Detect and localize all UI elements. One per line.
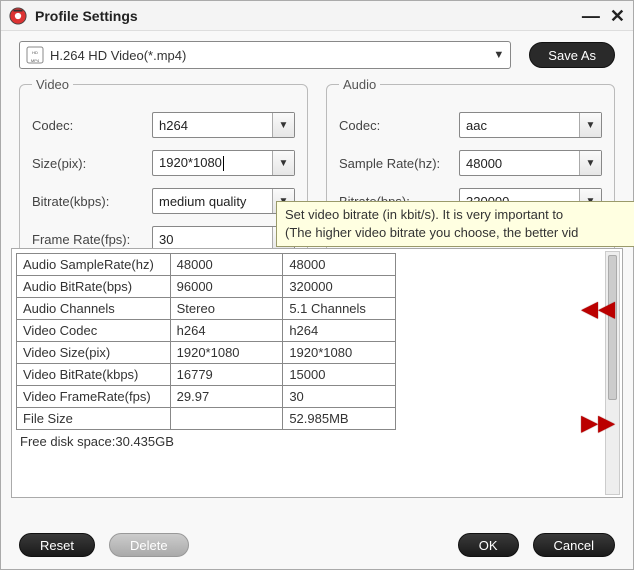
- audio-samplerate-select[interactable]: 48000 ▼: [459, 150, 602, 176]
- save-as-button[interactable]: Save As: [529, 42, 615, 68]
- table-cell-value: 5.1 Channels: [283, 298, 396, 320]
- profile-select-value: H.264 HD Video(*.mp4): [50, 48, 493, 63]
- table-cell-value: 96000: [170, 276, 283, 298]
- close-button[interactable]: ✕: [610, 7, 625, 25]
- audio-samplerate-label: Sample Rate(hz):: [339, 156, 459, 171]
- cancel-button[interactable]: Cancel: [533, 533, 615, 557]
- table-row: Video BitRate(kbps)1677915000: [17, 364, 396, 386]
- table-row: Video FrameRate(fps)29.9730: [17, 386, 396, 408]
- bitrate-tooltip: Set video bitrate (in kbit/s). It is ver…: [276, 201, 634, 247]
- table-cell-value: 320000: [283, 276, 396, 298]
- table-cell-value: Stereo: [170, 298, 283, 320]
- table-cell-value: h264: [170, 320, 283, 342]
- table-row: Audio BitRate(bps)96000320000: [17, 276, 396, 298]
- chevron-down-icon: ▼: [579, 151, 601, 175]
- table-cell-value: 1920*1080: [170, 342, 283, 364]
- table-row: Audio SampleRate(hz)4800048000: [17, 254, 396, 276]
- table-cell-label: Video Codec: [17, 320, 171, 342]
- table-cell-label: Video Size(pix): [17, 342, 171, 364]
- table-cell-label: Audio SampleRate(hz): [17, 254, 171, 276]
- delete-button[interactable]: Delete: [109, 533, 189, 557]
- ok-button[interactable]: OK: [458, 533, 519, 557]
- table-cell-label: Video FrameRate(fps): [17, 386, 171, 408]
- chevron-down-icon: ▼: [272, 151, 294, 175]
- svg-text:MP4: MP4: [31, 58, 40, 63]
- audio-codec-select[interactable]: aac ▼: [459, 112, 602, 138]
- svg-text:HD: HD: [32, 50, 38, 55]
- titlebar: Profile Settings — ✕: [1, 1, 633, 31]
- table-cell-value: 29.97: [170, 386, 283, 408]
- window-title: Profile Settings: [35, 8, 572, 24]
- table-cell-value: [170, 408, 283, 430]
- table-cell-value: 16779: [170, 364, 283, 386]
- chevron-down-icon: ▼: [272, 113, 294, 137]
- minimize-button[interactable]: —: [582, 7, 600, 25]
- video-bitrate-select[interactable]: medium quality ▼: [152, 188, 295, 214]
- free-space-text: Free disk space:30.435GB: [16, 432, 604, 451]
- chevron-down-icon: ▼: [579, 113, 601, 137]
- video-codec-select[interactable]: h264 ▼: [152, 112, 295, 138]
- comparison-table-wrap: Audio SampleRate(hz)4800048000Audio BitR…: [11, 248, 623, 498]
- table-cell-value: h264: [283, 320, 396, 342]
- dropdown-arrow-icon: ▼: [493, 49, 504, 61]
- app-icon: [9, 7, 27, 25]
- video-size-select[interactable]: 1920*1080 ▼: [152, 150, 295, 176]
- profile-settings-window: Profile Settings — ✕ HD MP4 H.264 HD Vide…: [0, 0, 634, 570]
- profile-select[interactable]: HD MP4 H.264 HD Video(*.mp4) ▼: [19, 41, 511, 69]
- table-cell-value: 30: [283, 386, 396, 408]
- video-framerate-label: Frame Rate(fps):: [32, 232, 152, 247]
- table-cell-value: 48000: [170, 254, 283, 276]
- audio-panel-legend: Audio: [339, 77, 380, 92]
- table-cell-label: Audio BitRate(bps): [17, 276, 171, 298]
- bottom-bar: Reset Delete OK Cancel: [1, 533, 633, 557]
- table-row: Video Size(pix)1920*10801920*1080: [17, 342, 396, 364]
- prev-profile-button[interactable]: ◀◀: [581, 296, 615, 322]
- next-profile-button[interactable]: ▶▶: [581, 410, 615, 436]
- table-row: Video Codech264h264: [17, 320, 396, 342]
- table-row: Audio ChannelsStereo5.1 Channels: [17, 298, 396, 320]
- video-size-label: Size(pix):: [32, 156, 152, 171]
- reset-button[interactable]: Reset: [19, 533, 95, 557]
- table-cell-label: Video BitRate(kbps): [17, 364, 171, 386]
- video-panel-legend: Video: [32, 77, 73, 92]
- video-panel: Video Codec: h264 ▼ Size(pix): 1920*1080…: [19, 77, 308, 267]
- video-bitrate-label: Bitrate(kbps):: [32, 194, 152, 209]
- table-cell-value: 52.985MB: [283, 408, 396, 430]
- table-cell-value: 15000: [283, 364, 396, 386]
- table-row: File Size 52.985MB: [17, 408, 396, 430]
- comparison-table: Audio SampleRate(hz)4800048000Audio BitR…: [16, 253, 396, 430]
- audio-codec-label: Codec:: [339, 118, 459, 133]
- table-cell-value: 48000: [283, 254, 396, 276]
- table-cell-value: 1920*1080: [283, 342, 396, 364]
- table-cell-label: File Size: [17, 408, 171, 430]
- profile-format-icon: HD MP4: [26, 46, 44, 64]
- video-codec-label: Codec:: [32, 118, 152, 133]
- table-cell-label: Audio Channels: [17, 298, 171, 320]
